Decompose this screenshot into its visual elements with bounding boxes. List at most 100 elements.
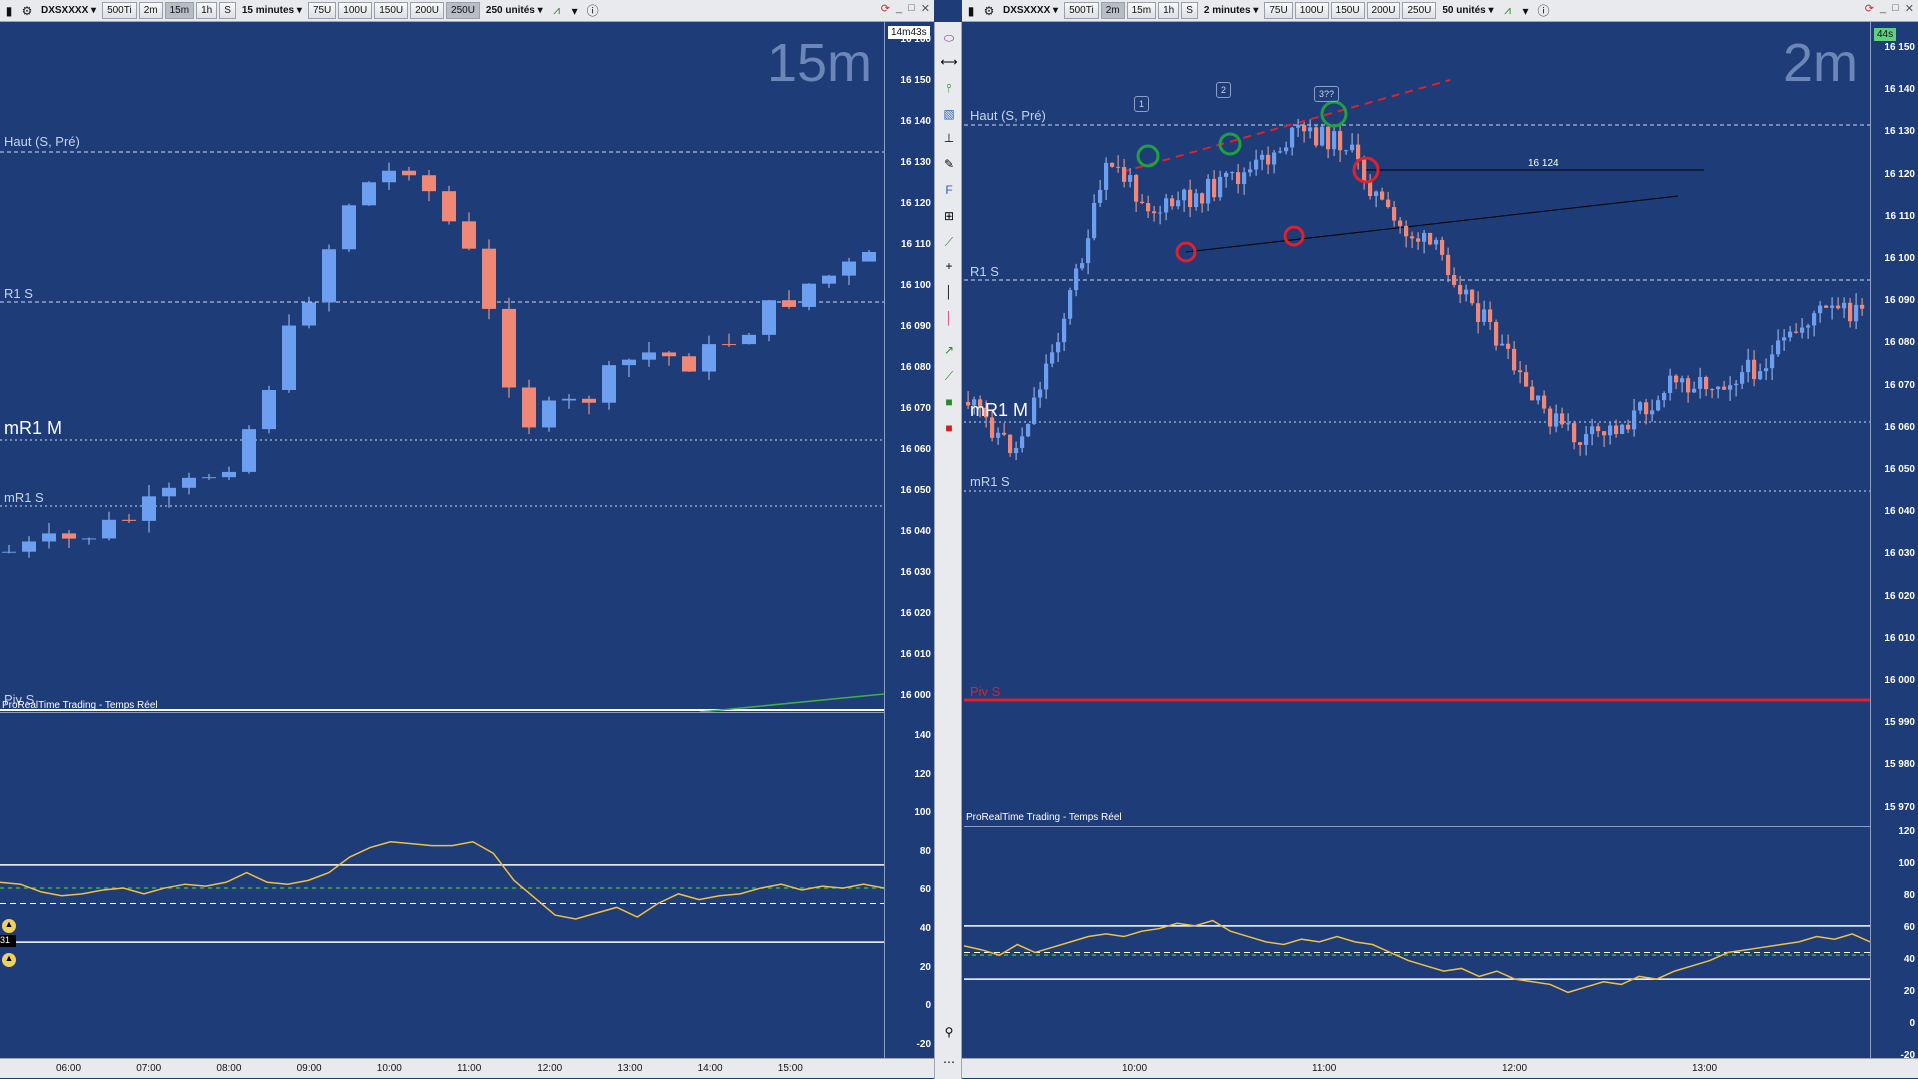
candle	[1650, 410, 1655, 415]
btn-s[interactable]: S	[1181, 2, 1198, 19]
info-icon[interactable]: ⓘ	[584, 2, 602, 19]
btn-s[interactable]: S	[219, 2, 236, 19]
units-select[interactable]: 50 unités ▾	[1438, 2, 1497, 19]
candle	[1248, 169, 1253, 173]
vertical-line-pink-icon[interactable]: │	[939, 308, 959, 328]
red-rect-icon[interactable]: ■	[939, 418, 959, 438]
right-oscillator[interactable]	[964, 826, 1870, 1058]
right-time-axis[interactable]: 10:00 11:00 12:00 13:00	[962, 1058, 1918, 1078]
chart-icon[interactable]: ▮	[0, 2, 18, 19]
left-time-axis[interactable]: 06:00 07:00 08:00 09:00 10:00 11:00 12:00 13:00…	[0, 1058, 934, 1078]
trend-line-icon[interactable]: ⟋	[939, 232, 959, 252]
right-osc-axis[interactable]: 120 100 80 60 40 20 0 -20	[1870, 826, 1918, 1061]
btn-200u[interactable]: 200U	[1366, 2, 1401, 19]
candle	[1026, 423, 1031, 437]
fib-retrace-icon[interactable]: ⊞	[939, 206, 959, 226]
refresh-icon[interactable]: ⟳	[881, 2, 890, 15]
fib-tool-icon[interactable]: ⫯	[939, 78, 959, 98]
candle	[382, 170, 396, 183]
minimize-icon[interactable]: _	[896, 2, 902, 15]
arrow-up-icon[interactable]: ↗	[939, 340, 959, 360]
btn-1h[interactable]: 1h	[1158, 2, 1180, 19]
candle	[1314, 127, 1319, 146]
left-osc-axis[interactable]: 140 120 100 80 60 40 20 0 -20	[884, 712, 934, 1058]
level-mr1s: mR1 S	[4, 490, 44, 505]
candle	[1050, 352, 1055, 364]
chart-icon[interactable]: ▮	[962, 2, 980, 19]
axis-tick: 16 040	[900, 526, 931, 537]
close-icon[interactable]: ✕	[1905, 2, 1914, 15]
btn-250u[interactable]: 250U	[1402, 2, 1437, 19]
axis-tick: 16 030	[1884, 548, 1915, 560]
btn-15m[interactable]: 15m	[164, 2, 195, 19]
btn-75u[interactable]: 75U	[307, 2, 337, 19]
btn-150u[interactable]: 150U	[1330, 2, 1365, 19]
candle	[1488, 309, 1493, 323]
vertical-line-icon[interactable]: │	[939, 282, 959, 302]
horizontal-line-icon[interactable]: ⊥	[939, 128, 959, 148]
drawing-toolbar: ⬭ ⟷ ⫯ ▧ ⊥ ✎ F ⊞ ⟋ + │ │ ↗ ⟋ ■ ■ ⚲ ⋯	[934, 22, 962, 1079]
axis-tick: 16 000	[1884, 675, 1915, 686]
channel-tool-icon[interactable]: ▧	[939, 104, 959, 124]
btn-75u[interactable]: 75U	[1264, 2, 1293, 19]
btn-200u[interactable]: 200U	[410, 2, 445, 19]
green-line-icon[interactable]: ⟋	[939, 366, 959, 386]
magnet-icon[interactable]: ⚲	[939, 1022, 959, 1042]
btn-150u[interactable]: 150U	[374, 2, 409, 19]
btn-15m[interactable]: 15m	[1126, 2, 1157, 19]
candle	[1734, 383, 1739, 386]
right-price-axis[interactable]: 16 150 16 140 16 130 16 120 16 110 16 100 16 0…	[1870, 22, 1918, 826]
alert-icon[interactable]: ▲	[2, 919, 16, 933]
level-pivs: Piv S	[970, 684, 1001, 699]
cross-icon[interactable]: +	[939, 256, 959, 276]
candle	[702, 344, 716, 372]
timeframe-select[interactable]: 2 minutes ▾	[1200, 2, 1263, 19]
right-price-chart[interactable]: 1 2 3?? 16 124 2m Haut (S, Pré) R1 S mR1…	[964, 22, 1870, 826]
candle	[1680, 378, 1685, 383]
candle	[1638, 402, 1643, 411]
indicator-icon[interactable]: ⩘	[1499, 2, 1517, 19]
maximize-icon[interactable]: □	[1892, 2, 1899, 15]
chevron-down-icon[interactable]: ▾	[566, 2, 584, 19]
axis-tick: 20	[1903, 986, 1915, 997]
minimize-icon[interactable]: _	[1880, 2, 1886, 15]
instrument-select[interactable]: DXSXXXX ▾	[37, 2, 100, 19]
refresh-icon[interactable]: ⟳	[1865, 2, 1874, 15]
candle	[1068, 290, 1073, 319]
candle	[1668, 375, 1673, 393]
btn-500ti[interactable]: 500Ti	[102, 2, 137, 19]
close-icon[interactable]: ✕	[921, 2, 930, 15]
units-select[interactable]: 250 unités ▾	[482, 2, 547, 19]
btn-2m[interactable]: 2m	[1100, 2, 1125, 19]
btn-100u[interactable]: 100U	[338, 2, 373, 19]
info-icon[interactable]: ⓘ	[1535, 2, 1553, 19]
indicator-icon[interactable]: ⩘	[548, 2, 566, 19]
ellipse-tool-icon[interactable]: ⬭	[939, 28, 959, 48]
left-price-axis[interactable]: 16 160 16 150 16 140 16 130 16 120 16 110 16 1…	[884, 22, 934, 712]
time-tick: 12:00	[1502, 1063, 1528, 1074]
btn-2m[interactable]: 2m	[138, 2, 163, 19]
candle	[862, 251, 876, 262]
segment-tool-icon[interactable]: ⟷	[939, 52, 959, 72]
candle	[1656, 400, 1661, 411]
instrument-select[interactable]: DXSXXXX ▾	[999, 2, 1062, 19]
fib-fan-icon[interactable]: F	[939, 180, 959, 200]
alert-icon-2[interactable]: ▲	[2, 953, 16, 967]
green-rect-icon[interactable]: ■	[939, 392, 959, 412]
settings-icon[interactable]: ⚙	[18, 2, 36, 19]
btn-1h[interactable]: 1h	[196, 2, 218, 19]
candle	[1644, 402, 1649, 415]
pencil-icon[interactable]: ✎	[939, 154, 959, 174]
settings-icon[interactable]: ⚙	[980, 2, 998, 19]
chevron-down-icon[interactable]: ▾	[1517, 2, 1535, 19]
left-price-chart[interactable]: 15m Haut (S, Pré) R1 S mR1 M mR1 S Piv S…	[0, 22, 884, 712]
candle	[1266, 154, 1271, 165]
maximize-icon[interactable]: □	[908, 2, 915, 15]
btn-500ti[interactable]: 500Ti	[1064, 2, 1099, 19]
left-oscillator[interactable]: ▲ 31 ▲	[0, 712, 884, 1058]
timeframe-select[interactable]: 15 minutes ▾	[238, 2, 306, 19]
more-icon[interactable]: ⋯	[939, 1052, 959, 1072]
level-r1s: R1 S	[970, 264, 999, 279]
btn-100u[interactable]: 100U	[1294, 2, 1329, 19]
btn-250u[interactable]: 250U	[446, 2, 480, 19]
